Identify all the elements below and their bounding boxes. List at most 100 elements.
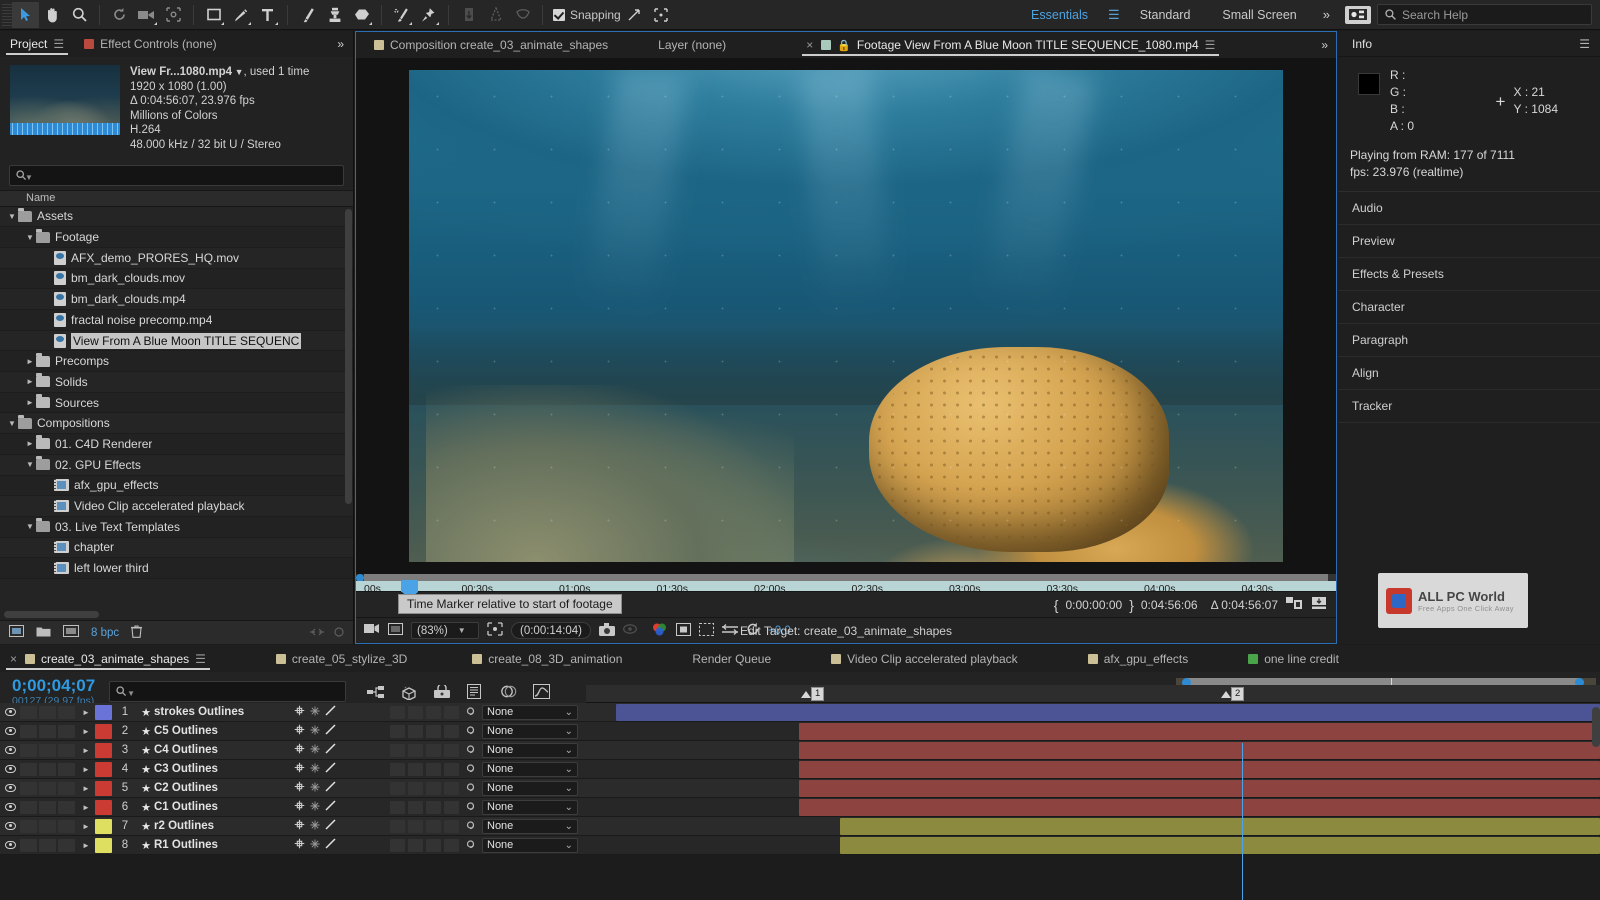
- layer-switches[interactable]: [294, 819, 390, 833]
- disclosure-closed-icon[interactable]: ►: [24, 398, 36, 407]
- parent-pickwhip-icon[interactable]: [460, 838, 482, 853]
- project-tree-item[interactable]: left lower third: [0, 558, 353, 579]
- toggle-transparency-grid-icon[interactable]: [388, 623, 403, 638]
- effects-badge-icon[interactable]: [325, 781, 336, 795]
- layer-visibility-toggle[interactable]: [0, 727, 20, 735]
- quality-icon[interactable]: [310, 724, 320, 738]
- layer-solo-toggle[interactable]: [39, 705, 56, 719]
- timeline-tab-create-03-animate-shapes[interactable]: × create_03_animate_shapes ☰: [0, 645, 216, 672]
- project-tree-item[interactable]: ► 01. C4D Renderer: [0, 434, 353, 455]
- timeline-panel-menu-icon[interactable]: ☰: [195, 652, 206, 666]
- tab-layer[interactable]: Layer (none): [618, 32, 736, 58]
- effects-badge-icon[interactable]: [325, 705, 336, 719]
- workspace-overflow-icon[interactable]: »: [1313, 7, 1339, 22]
- snapping-arrow-icon[interactable]: [621, 2, 648, 28]
- timeline-current-timecode[interactable]: 0;00;04;07: [0, 676, 95, 695]
- shape-tool[interactable]: [200, 2, 227, 28]
- layer-disclosure-icon[interactable]: ►: [77, 784, 95, 793]
- project-info-handle[interactable]: [334, 626, 344, 640]
- layer-audio-toggle[interactable]: [20, 800, 37, 814]
- effects-badge-icon[interactable]: [325, 743, 336, 757]
- layer-track[interactable]: [586, 817, 1600, 835]
- selection-tool[interactable]: [12, 1, 39, 28]
- collapse-transform-icon[interactable]: [294, 781, 305, 795]
- layer-visibility-toggle[interactable]: [0, 841, 20, 849]
- parent-pickwhip-icon[interactable]: [460, 743, 482, 758]
- layer-duration-bar[interactable]: [839, 837, 1600, 854]
- parent-pickwhip-icon[interactable]: [460, 705, 482, 720]
- effects-badge-icon[interactable]: [325, 800, 336, 814]
- workspace-essentials[interactable]: Essentials: [1015, 0, 1104, 30]
- project-tree-item[interactable]: ▼ Assets: [0, 206, 353, 228]
- layer-disclosure-icon[interactable]: ►: [77, 765, 95, 774]
- project-tree-item[interactable]: AFX_demo_PRORES_HQ.mov: [0, 247, 353, 269]
- mask-shape-icon[interactable]: [509, 2, 536, 28]
- layer-track[interactable]: [586, 760, 1600, 778]
- project-tree-item[interactable]: fractal noise precomp.mp4: [0, 310, 353, 331]
- type-tool[interactable]: [254, 2, 281, 28]
- layer-disclosure-icon[interactable]: ►: [77, 841, 95, 850]
- layer-label-color[interactable]: [95, 818, 112, 834]
- timeline-tab-create-08-3d-animation[interactable]: create_08_3D_animation: [462, 645, 632, 672]
- brush-tool[interactable]: [294, 2, 321, 28]
- enable-frame-blending-icon[interactable]: [465, 682, 485, 702]
- layer-solo-toggle[interactable]: [39, 724, 56, 738]
- new-composition-icon[interactable]: [9, 625, 24, 640]
- comp-marker-1[interactable]: 1: [801, 687, 825, 701]
- project-tree-item[interactable]: ▼ Footage: [0, 227, 353, 248]
- layer-lock-toggle[interactable]: [58, 838, 75, 852]
- zoom-tool[interactable]: [66, 2, 93, 28]
- timeline-tab-video-clip-accelerated-playback[interactable]: Video Clip accelerated playback: [821, 645, 1028, 672]
- distribute-icon[interactable]: [482, 2, 509, 28]
- asset-dropdown-icon[interactable]: ▼: [232, 67, 244, 77]
- quality-icon[interactable]: [310, 819, 320, 833]
- collapse-transform-icon[interactable]: [294, 838, 305, 852]
- panel-audio[interactable]: Audio: [1338, 192, 1600, 225]
- layer-label-color[interactable]: [95, 723, 112, 739]
- eraser-tool[interactable]: [348, 2, 375, 28]
- panel-paragraph[interactable]: Paragraph: [1338, 324, 1600, 357]
- layer-duration-bar[interactable]: [798, 723, 1600, 740]
- timeline-layer-row[interactable]: ► 1 ★ strokes Outlines None ⌄: [0, 703, 1600, 722]
- color-depth-button[interactable]: 8 bpc: [91, 627, 119, 639]
- layer-solo-toggle[interactable]: [39, 800, 56, 814]
- clone-stamp-tool[interactable]: [321, 2, 348, 28]
- collapse-transform-icon[interactable]: [294, 705, 305, 719]
- project-tree-item[interactable]: ▼ Compositions: [0, 413, 353, 435]
- timeline-layer-row[interactable]: ► 5 ★ C2 Outlines None ⌄: [0, 779, 1600, 798]
- draft-3d-icon[interactable]: [399, 682, 419, 702]
- parent-select[interactable]: None ⌄: [482, 742, 578, 758]
- layer-audio-toggle[interactable]: [20, 724, 37, 738]
- parent-select[interactable]: None ⌄: [482, 704, 578, 720]
- layer-lock-toggle[interactable]: [58, 724, 75, 738]
- layer-visibility-toggle[interactable]: [0, 822, 20, 830]
- parent-pickwhip-icon[interactable]: [460, 781, 482, 796]
- disclosure-open-icon[interactable]: ▼: [6, 212, 18, 221]
- layer-track[interactable]: [586, 779, 1600, 797]
- composition-mini-flowchart-icon[interactable]: [366, 682, 386, 702]
- layer-label-color[interactable]: [95, 780, 112, 796]
- timeline-tab-afx-gpu-effects[interactable]: afx_gpu_effects: [1078, 645, 1199, 672]
- layer-solo-toggle[interactable]: [39, 743, 56, 757]
- camera-tool[interactable]: [133, 2, 160, 28]
- timeline-tab-one-line-credit[interactable]: one line credit: [1238, 645, 1349, 672]
- panel-preview[interactable]: Preview: [1338, 225, 1600, 258]
- layer-visibility-toggle[interactable]: [0, 803, 20, 811]
- roto-brush-tool[interactable]: [388, 2, 415, 28]
- disclosure-open-icon[interactable]: ▼: [6, 419, 18, 428]
- layer-disclosure-icon[interactable]: ►: [77, 746, 95, 755]
- parent-select[interactable]: None ⌄: [482, 837, 578, 853]
- quality-icon[interactable]: [310, 705, 320, 719]
- parent-pickwhip-icon[interactable]: [460, 724, 482, 739]
- layer-duration-bar[interactable]: [798, 799, 1600, 816]
- viewer-time-ruler[interactable]: 00s 00:30s 01:00s 01:30s 02:00s 02:30s 03:00s 0…: [356, 574, 1351, 599]
- layer-lock-toggle[interactable]: [58, 762, 75, 776]
- magnification-select[interactable]: (83%) ▼: [411, 622, 479, 639]
- effects-badge-icon[interactable]: [325, 724, 336, 738]
- layer-lock-toggle[interactable]: [58, 781, 75, 795]
- layer-track[interactable]: [586, 722, 1600, 740]
- collapse-transform-icon[interactable]: [294, 819, 305, 833]
- rotation-tool[interactable]: [106, 2, 133, 28]
- effects-badge-icon[interactable]: [325, 819, 336, 833]
- workspace-standard[interactable]: Standard: [1124, 0, 1207, 30]
